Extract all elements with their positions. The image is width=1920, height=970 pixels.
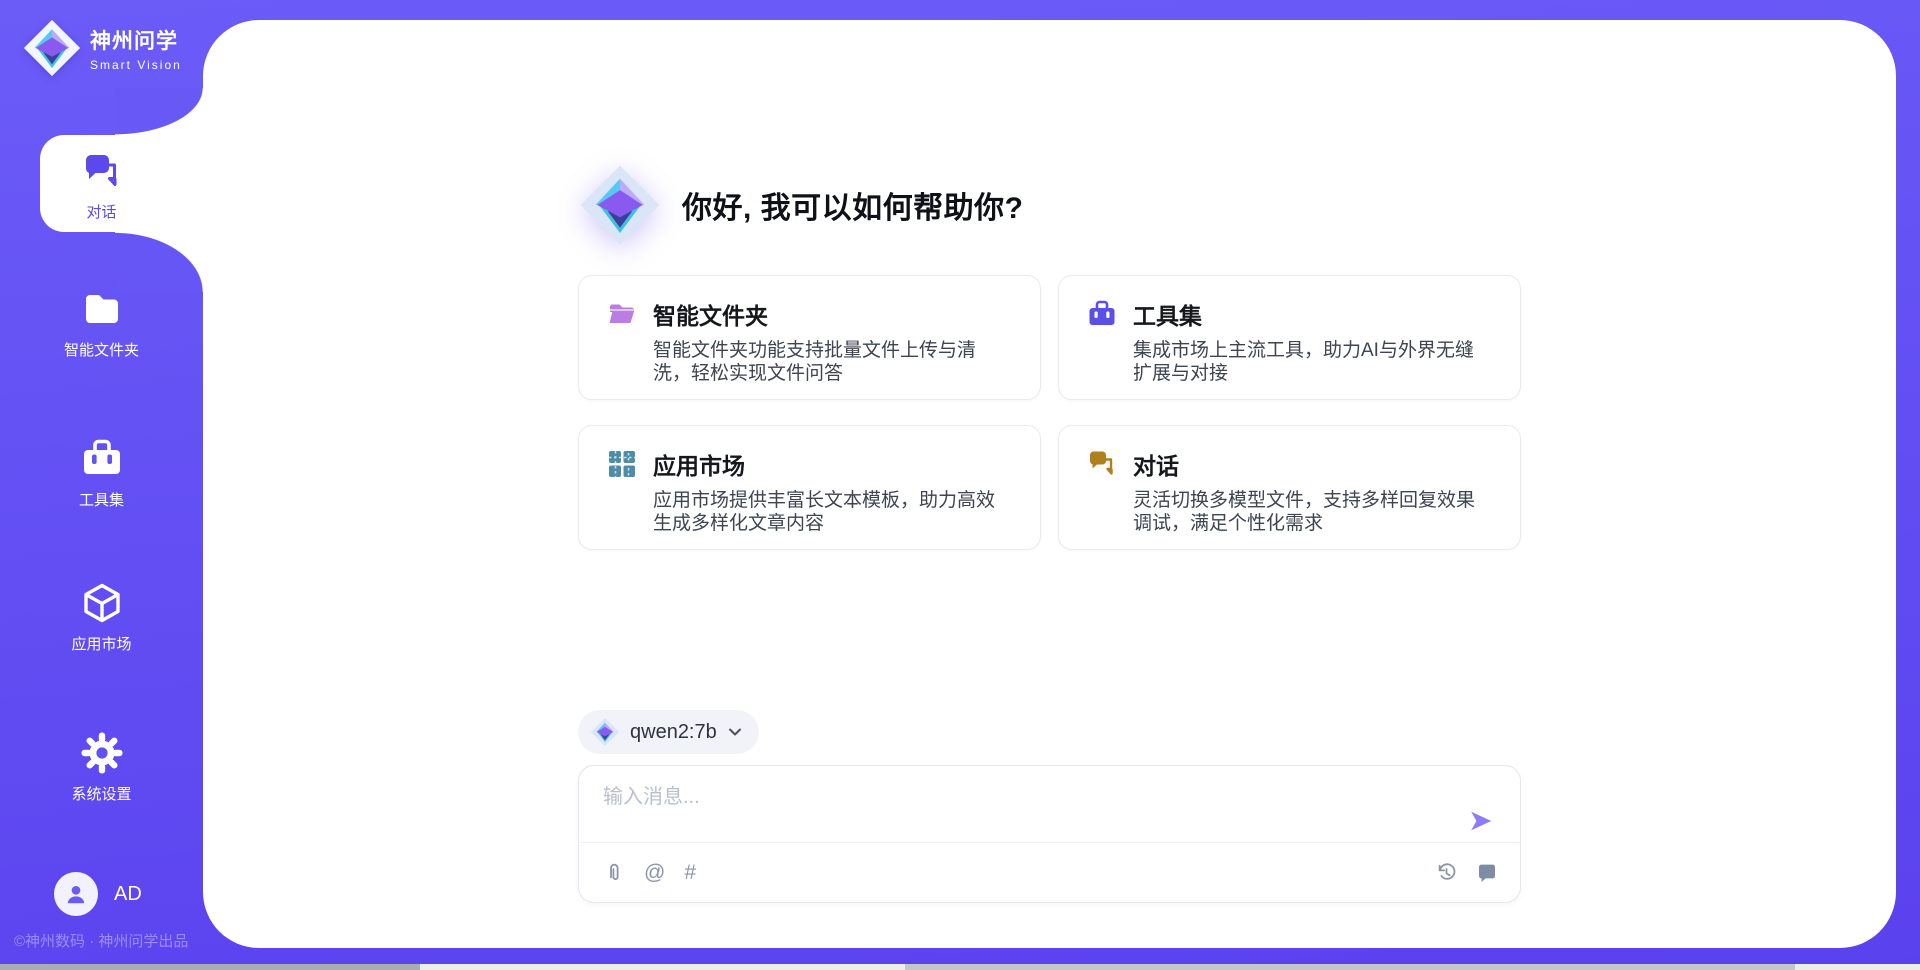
chat-icon — [79, 148, 125, 194]
logo-diamond-icon — [578, 163, 662, 247]
scrollbar-thumb[interactable] — [905, 964, 1795, 970]
card-description: 集成市场上主流工具，助力AI与外界无缝扩展与对接 — [1133, 339, 1492, 385]
sidebar-item-smart-folder[interactable]: 智能文件夹 — [0, 286, 203, 360]
feature-cards: 智能文件夹 智能文件夹功能支持批量文件上传与清洗，轻松实现文件问答 工具集 集成… — [578, 275, 1521, 550]
briefcase-icon — [1087, 299, 1117, 329]
message-composer: @ # — [578, 765, 1521, 903]
attach-file-button[interactable] — [601, 860, 627, 886]
at-icon: @ — [644, 863, 665, 883]
folder-icon — [79, 286, 125, 332]
card-toolset[interactable]: 工具集 集成市场上主流工具，助力AI与外界无缝扩展与对接 — [1058, 275, 1521, 400]
sidebar-item-chat[interactable]: 对话 — [0, 148, 203, 222]
user-initials: AD — [114, 883, 142, 906]
person-icon — [63, 881, 89, 907]
sidebar-tab-curve-bottom — [115, 232, 204, 292]
history-button[interactable] — [1433, 860, 1459, 886]
card-description: 灵活切换多模型文件，支持多样回复效果调试，满足个性化需求 — [1133, 489, 1492, 535]
sidebar-item-label: 系统设置 — [71, 783, 131, 804]
card-description: 智能文件夹功能支持批量文件上传与清洗，轻松实现文件问答 — [653, 339, 1012, 385]
hash-icon: # — [684, 863, 696, 883]
feedback-button[interactable] — [1474, 860, 1500, 886]
app-name: 神州问学 — [90, 25, 182, 55]
send-icon — [1468, 808, 1494, 834]
chevron-down-icon — [727, 724, 743, 740]
greeting-title: 你好, 我可以如何帮助你? — [682, 183, 1024, 227]
app-logo: 神州问学 Smart Vision — [22, 18, 182, 78]
card-app-market[interactable]: 应用市场 应用市场提供丰富长文本模板，助力高效生成多样化文章内容 — [578, 425, 1041, 550]
sidebar-item-settings[interactable]: 系统设置 — [0, 730, 203, 804]
model-name: qwen2:7b — [630, 721, 717, 744]
user-profile[interactable]: AD — [54, 872, 142, 916]
card-title: 智能文件夹 — [653, 297, 768, 331]
folder-open-icon — [607, 299, 637, 329]
sidebar-item-label: 应用市场 — [71, 633, 131, 654]
chat-icon — [1087, 449, 1117, 479]
briefcase-icon — [79, 436, 125, 482]
main-panel: 你好, 我可以如何帮助你? 智能文件夹 智能文件夹功能支持批量文件上传与清洗，轻… — [203, 20, 1896, 948]
sidebar-item-label: 工具集 — [79, 489, 124, 510]
avatar — [54, 872, 98, 916]
cube-icon — [79, 580, 125, 626]
logo-diamond-icon — [590, 717, 620, 747]
card-title: 工具集 — [1133, 297, 1202, 331]
greeting-row: 你好, 我可以如何帮助你? — [578, 163, 1521, 247]
app-subtitle: Smart Vision — [90, 58, 182, 72]
card-title: 应用市场 — [653, 447, 745, 481]
mention-button[interactable]: @ — [642, 861, 667, 885]
hashtag-button[interactable]: # — [682, 861, 698, 885]
sidebar-item-app-market[interactable]: 应用市场 — [0, 580, 203, 654]
sidebar-item-label: 对话 — [86, 201, 116, 222]
grid-icon — [607, 449, 637, 479]
logo-diamond-icon — [22, 18, 82, 78]
paperclip-icon — [603, 862, 625, 884]
card-description: 应用市场提供丰富长文本模板，助力高效生成多样化文章内容 — [653, 489, 1012, 535]
card-chat[interactable]: 对话 灵活切换多模型文件，支持多样回复效果调试，满足个性化需求 — [1058, 425, 1521, 550]
card-smart-folder[interactable]: 智能文件夹 智能文件夹功能支持批量文件上传与清洗，轻松实现文件问答 — [578, 275, 1041, 400]
copyright-text: ©神州数码 · 神州问学出品 — [14, 930, 204, 951]
history-icon — [1435, 862, 1457, 884]
message-input[interactable] — [603, 780, 1464, 836]
sidebar-item-toolset[interactable]: 工具集 — [0, 436, 203, 510]
sidebar-tab-curve-top — [115, 88, 204, 135]
sidebar-item-label: 智能文件夹 — [64, 339, 139, 360]
model-selector[interactable]: qwen2:7b — [578, 710, 759, 754]
gear-icon — [79, 730, 125, 776]
scrollbar-thumb[interactable] — [0, 964, 420, 970]
horizontal-scrollbar[interactable] — [0, 964, 1920, 970]
card-title: 对话 — [1133, 447, 1179, 481]
comment-icon — [1476, 862, 1498, 884]
send-button[interactable] — [1464, 804, 1498, 838]
